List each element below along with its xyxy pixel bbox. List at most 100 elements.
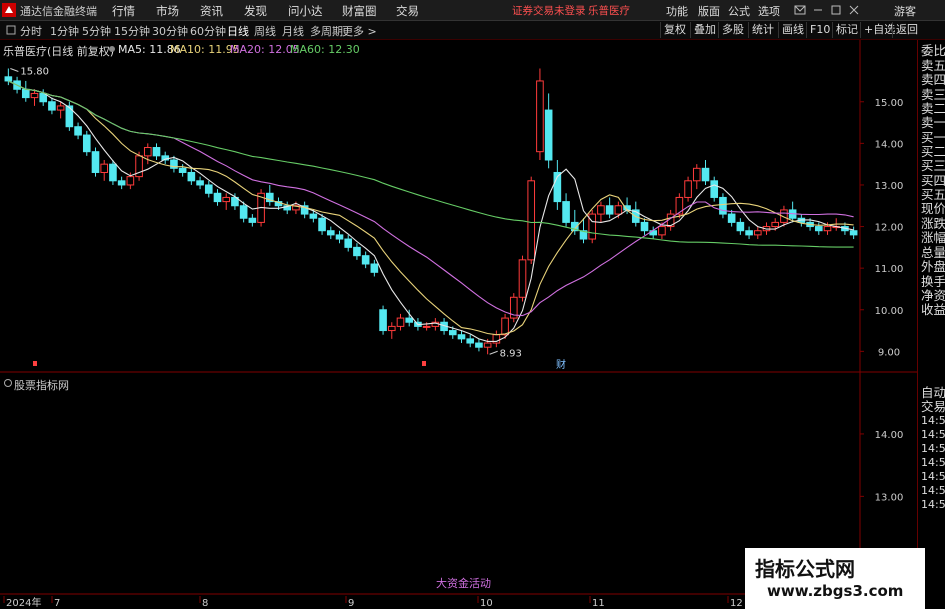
- candle-body-94: [823, 226, 832, 232]
- candle-body-60: [527, 180, 536, 261]
- quote-label-4: 卖二: [921, 101, 945, 116]
- y-tick-label-5: 14.00: [875, 139, 904, 150]
- candle-body-51: [448, 330, 457, 336]
- candle-body-23: [204, 184, 213, 194]
- x-tick-label-3: 9: [348, 598, 354, 609]
- candle-body-43: [379, 309, 387, 332]
- candle-body-39: [344, 238, 353, 248]
- candle-body-83: [727, 213, 736, 223]
- watermark-box: 指标公式网 www.zbgs3.com: [745, 548, 925, 609]
- quote-label-26: 14:50: [921, 484, 945, 497]
- quote-label-1: 卖五: [921, 58, 945, 73]
- candle-body-59: [518, 259, 527, 298]
- candle-body-25: [222, 196, 231, 203]
- quote-label-25: 14:50: [921, 470, 945, 483]
- event-marker: 财: [556, 358, 566, 371]
- quote-label-24: 14:50: [921, 456, 945, 469]
- y-tick-label-6: 15.00: [875, 98, 904, 109]
- candle-body-17: [152, 147, 161, 157]
- candle-body-28: [248, 217, 257, 223]
- sub-y-tick-label-2: 14.00: [875, 430, 904, 441]
- candle-body-2: [21, 88, 30, 99]
- watermark-title: 指标公式网: [755, 557, 855, 581]
- quote-label-12: 涨跌: [921, 216, 945, 231]
- x-tick-label-1: 7: [54, 598, 60, 609]
- candle-body-57: [501, 317, 509, 336]
- indicator-settings-icon[interactable]: [3, 378, 13, 388]
- candle-body-8: [74, 126, 82, 136]
- quote-label-5: 卖一: [921, 115, 945, 130]
- quote-label-6: 买一: [921, 130, 945, 145]
- candle-body-45: [396, 317, 405, 327]
- x-tick-label-0: 2024年: [6, 596, 41, 609]
- quote-label-0: 委比: [921, 43, 945, 58]
- candle-body-27: [239, 205, 248, 219]
- candle-body-81: [710, 180, 719, 198]
- candle-body-10: [91, 151, 100, 173]
- candle-body-88: [771, 221, 780, 228]
- candle-body-36: [318, 217, 326, 232]
- candle-body-44: [387, 325, 396, 332]
- quote-label-7: 买二: [921, 144, 945, 159]
- candle-body-64: [562, 201, 570, 223]
- candle-body-6: [56, 105, 65, 111]
- candle-body-13: [117, 180, 126, 186]
- quote-label-2: 卖四: [921, 72, 945, 87]
- low-marker-line: [489, 350, 498, 355]
- sub-chart-annotation: 大资金活动: [436, 577, 491, 590]
- kline-chart[interactable]: 9.00 10.00 11.00 12.00 13.00 14.00 15.00 15.80 8…: [0, 0, 945, 609]
- candle-body-0: [4, 76, 13, 82]
- candle-body-86: [753, 230, 762, 236]
- y-tick-label-2: 11.00: [875, 264, 904, 275]
- quote-label-16: 换手: [921, 274, 945, 289]
- y-tick-label-4: 13.00: [875, 181, 904, 192]
- event-marker-mid: [422, 361, 426, 366]
- candle-body-24: [213, 192, 222, 203]
- x-tick-label-2: 8: [202, 598, 208, 609]
- sub-y-tick-label-1: 13.00: [875, 492, 904, 503]
- candle-body-61: [536, 80, 544, 153]
- candle-body-68: [597, 205, 605, 215]
- candle-body-11: [100, 163, 109, 173]
- candle-body-22: [196, 180, 204, 186]
- quote-label-11: 现价: [921, 201, 945, 216]
- quote-label-19: 自动: [921, 385, 945, 400]
- quote-label-8: 买三: [921, 158, 945, 173]
- candle-body-82: [719, 196, 727, 215]
- candle-body-20: [178, 167, 187, 173]
- candle-body-41: [361, 255, 370, 265]
- candle-body-48: [422, 325, 431, 328]
- candle-body-69: [605, 205, 614, 215]
- high-marker-label: 15.80: [20, 66, 49, 77]
- high-marker-line: [10, 68, 19, 72]
- candle-body-70: [614, 205, 623, 215]
- candle-body-75: [658, 226, 666, 236]
- candle-body-78: [684, 180, 692, 198]
- x-tick-label-4: 10: [480, 598, 493, 609]
- x-tick-label-6: 12: [730, 598, 743, 609]
- candle-body-85: [745, 230, 753, 236]
- candle-body-35: [309, 213, 318, 219]
- candle-body-80: [701, 167, 710, 182]
- candle-body-21: [187, 171, 196, 182]
- quote-label-14: 总量: [921, 245, 945, 260]
- candle-body-53: [466, 338, 475, 344]
- quote-label-15: 外盘: [921, 259, 945, 274]
- sub-chart-title: 股票指标网: [14, 379, 69, 392]
- y-tick-label-3: 12.00: [875, 223, 904, 234]
- candle-body-54: [475, 342, 483, 348]
- candle-body-9: [82, 134, 91, 153]
- quote-label-10: 买五: [921, 187, 945, 202]
- candle-body-37: [326, 230, 335, 236]
- candle-body-67: [588, 213, 597, 240]
- quote-label-23: 14:50: [921, 442, 945, 455]
- candle-body-16: [143, 147, 152, 157]
- quote-label-17: 净资: [921, 288, 945, 303]
- quote-label-18: 收益: [921, 302, 945, 317]
- y-tick-label-0: 9.00: [878, 347, 900, 358]
- candle-body-3: [30, 92, 39, 99]
- ma10-line: [8, 80, 854, 336]
- low-marker-label: 8.93: [500, 348, 522, 359]
- candle-body-12: [109, 163, 117, 182]
- watermark-url: www.zbgs3.com: [767, 582, 904, 600]
